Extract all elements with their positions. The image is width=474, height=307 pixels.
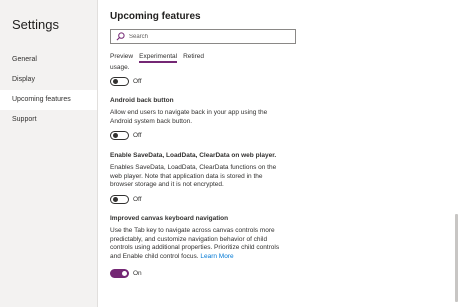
sidebar-item-upcoming-features[interactable]: Upcoming features (0, 90, 97, 110)
features-list: usage. Off Android back button Allow end… (110, 62, 305, 307)
feature-title-savedata: Enable SaveData, LoadData, ClearData on … (110, 152, 277, 159)
sidebar-title: Settings (12, 17, 59, 32)
keyboard-navigation-toggle[interactable] (110, 268, 129, 278)
feature-description-tail: usage. (110, 64, 130, 71)
feature-description: Enables SaveData, LoadData, ClearData fu… (110, 164, 277, 189)
toggle-knob (122, 270, 127, 276)
search-icon (114, 30, 126, 43)
feature-description: Allow end users to navigate back in your… (110, 109, 268, 125)
feature-description-text: Use the Tab key to navigate across canva… (110, 227, 280, 260)
feature-toggle[interactable] (110, 76, 129, 86)
settings-window: Settings General Display Upcoming featur… (0, 0, 474, 307)
main-panel: Upcoming features Preview Experimental R… (97, 0, 474, 307)
learn-more-link[interactable]: Learn More (200, 253, 233, 260)
toggle-state-label: Off (133, 77, 142, 85)
sidebar: Settings General Display Upcoming featur… (0, 0, 97, 307)
toggle-state-label: Off (133, 131, 142, 139)
toggle-knob (113, 196, 118, 202)
feature-description: Use the Tab key to navigate across canva… (110, 227, 282, 261)
feature-title-keyboard-navigation: Improved canvas keyboard navigation (110, 215, 229, 222)
feature-toggle-row: Off (110, 76, 142, 86)
feature-toggle-row: Off (110, 130, 142, 140)
search-box[interactable] (110, 29, 296, 44)
sidebar-item-support[interactable]: Support (0, 110, 97, 130)
page-title: Upcoming features (110, 11, 201, 22)
sidebar-item-display[interactable]: Display (0, 70, 97, 90)
toggle-knob (113, 132, 118, 138)
feature-toggle-row: On (110, 268, 142, 278)
savedata-toggle[interactable] (110, 194, 129, 204)
feature-title-android-back-button: Android back button (110, 97, 174, 104)
search-input[interactable] (126, 30, 291, 43)
toggle-state-label: On (133, 269, 142, 277)
toggle-knob (113, 78, 118, 84)
scrollbar[interactable] (455, 214, 458, 302)
sidebar-item-general[interactable]: General (0, 50, 97, 70)
android-back-button-toggle[interactable] (110, 130, 129, 140)
feature-toggle-row: Off (110, 194, 142, 204)
toggle-state-label: Off (133, 195, 142, 203)
